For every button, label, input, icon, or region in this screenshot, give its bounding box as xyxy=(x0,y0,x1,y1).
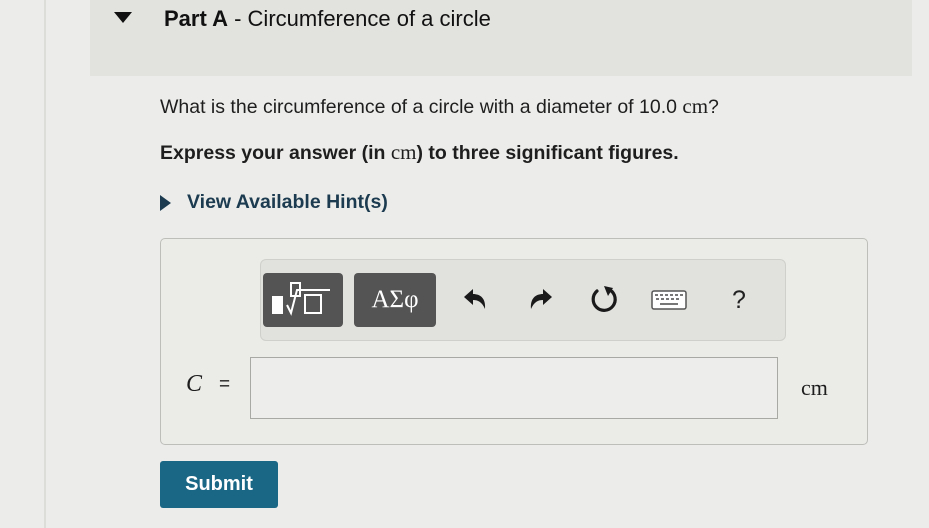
reset-button[interactable] xyxy=(583,279,625,321)
question-unit: cm xyxy=(682,94,709,118)
answer-box: ΑΣφ ? C = cm xyxy=(160,238,868,445)
part-label: Part A xyxy=(164,6,228,31)
submit-button[interactable]: Submit xyxy=(160,461,278,508)
instruction-unit: cm xyxy=(390,140,417,164)
collapse-caret-icon[interactable] xyxy=(114,12,132,23)
instruction-text: Express your answer (in cm) to three sig… xyxy=(160,140,679,165)
help-button[interactable]: ? xyxy=(718,279,760,321)
redo-button[interactable] xyxy=(520,279,562,321)
view-hints-link[interactable]: View Available Hint(s) xyxy=(187,191,388,214)
undo-icon xyxy=(464,289,486,309)
left-rule xyxy=(44,0,46,528)
instruction-before: Express your answer (in xyxy=(160,142,391,164)
question-end: ? xyxy=(708,96,719,118)
undo-button[interactable] xyxy=(454,279,496,321)
keyboard-button[interactable] xyxy=(648,279,690,321)
math-toolbar: ΑΣφ ? xyxy=(260,259,786,341)
hint-toggle[interactable]: View Available Hint(s) xyxy=(160,191,388,214)
answer-input[interactable] xyxy=(250,357,778,419)
question-body: What is the circumference of a circle wi… xyxy=(160,96,683,118)
part-name: Circumference of a circle xyxy=(247,6,491,31)
reset-icon xyxy=(591,286,617,312)
question-text: What is the circumference of a circle wi… xyxy=(160,94,719,119)
instruction-after: ) to three significant figures. xyxy=(416,142,679,164)
part-separator: - xyxy=(227,6,248,31)
hint-caret-icon[interactable] xyxy=(160,194,171,211)
templates-button[interactable] xyxy=(263,273,343,327)
templates-icon xyxy=(272,282,330,316)
part-title: Part A - Circumference of a circle xyxy=(164,6,491,32)
symbols-button[interactable]: ΑΣφ xyxy=(354,273,436,327)
equals-sign: = xyxy=(219,374,231,395)
unit-label: cm xyxy=(801,375,828,400)
variable-label: C xyxy=(186,371,203,397)
redo-icon xyxy=(530,289,552,309)
keyboard-icon xyxy=(651,290,687,310)
